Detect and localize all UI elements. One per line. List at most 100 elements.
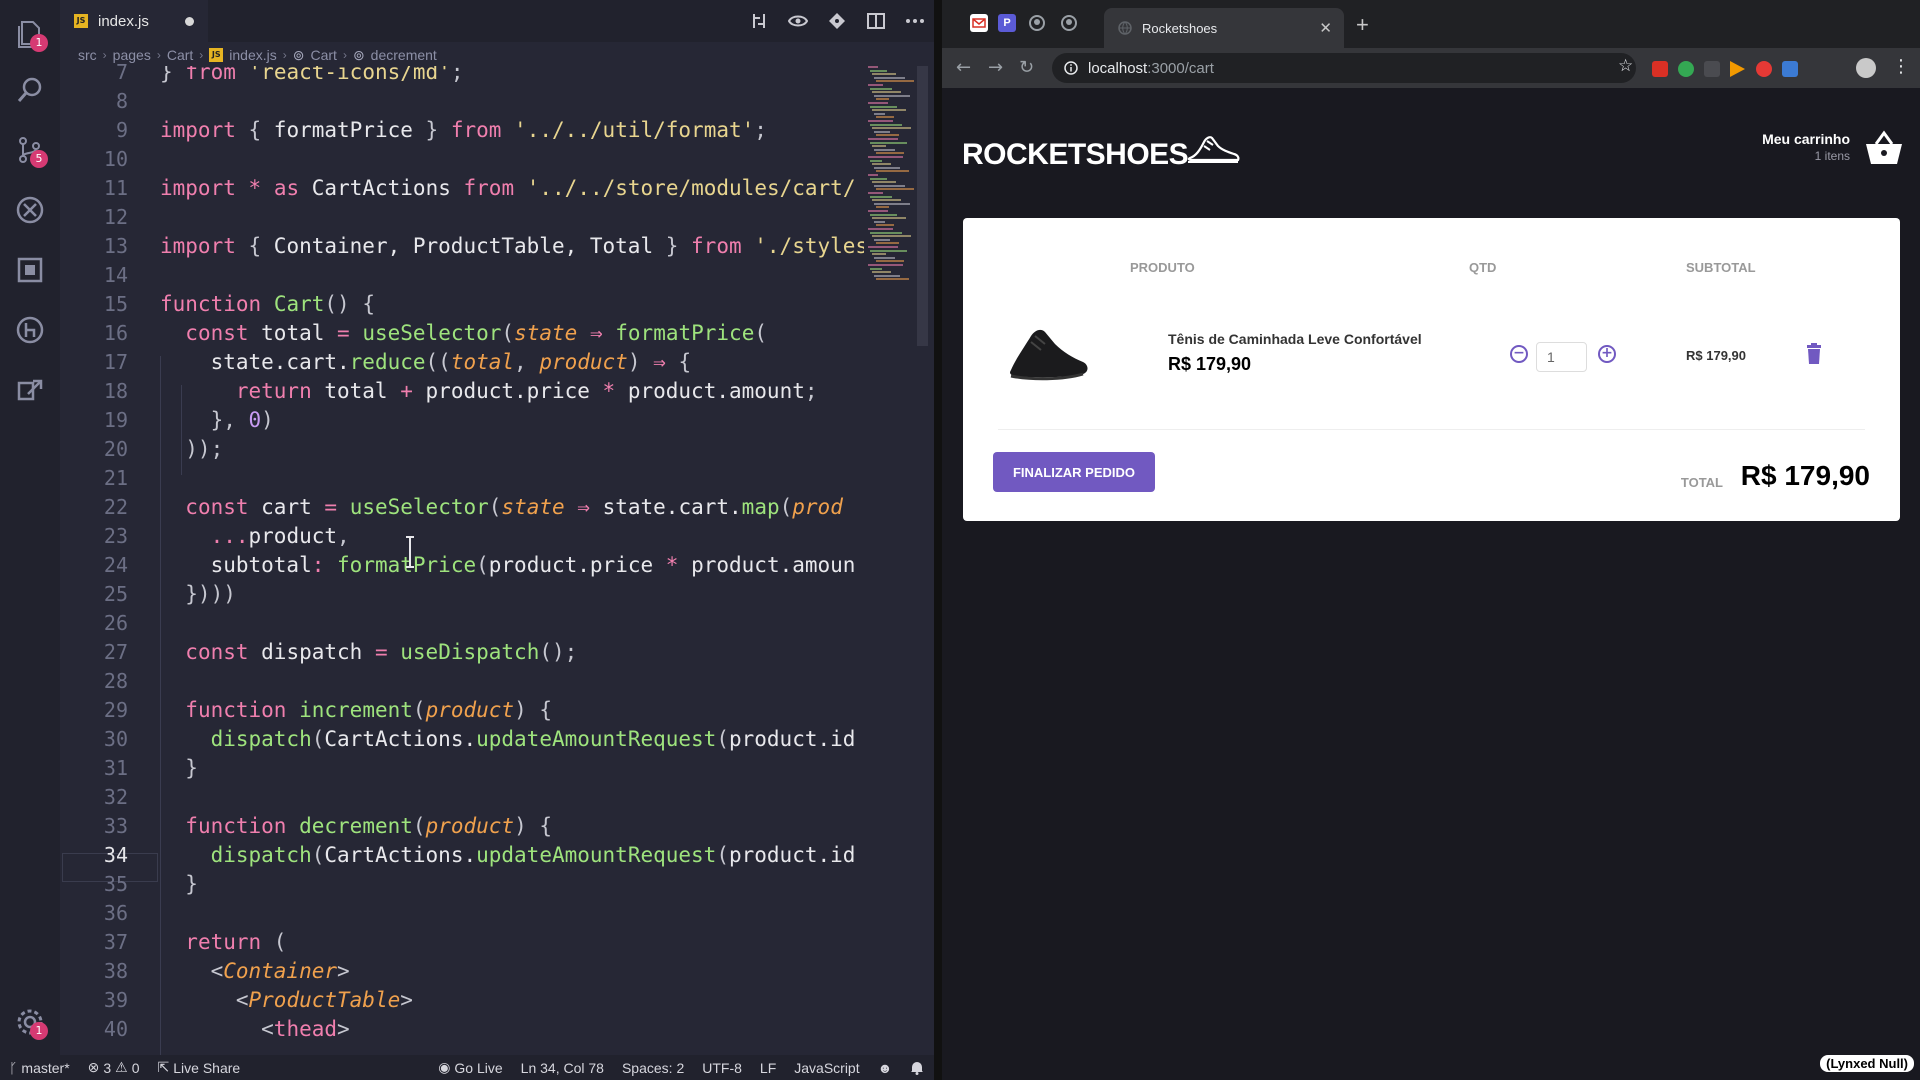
extension-play-icon[interactable]	[1730, 61, 1745, 77]
extension-green-icon[interactable]	[1678, 61, 1694, 77]
code-token: (	[754, 321, 767, 345]
code-token: return	[235, 379, 312, 403]
minimap-line	[872, 145, 886, 148]
language-mode[interactable]: JavaScript	[785, 1060, 868, 1076]
live-share-icon[interactable]	[10, 370, 50, 410]
code-token: ,	[514, 350, 540, 374]
code-line: } from 'react-icons/md';	[160, 66, 463, 87]
code-token: product.price	[488, 553, 666, 577]
github-tab-icon[interactable]	[1028, 14, 1046, 32]
reload-icon[interactable]: ↻	[1019, 57, 1034, 78]
split-editor-icon[interactable]	[856, 0, 895, 42]
cursor-position[interactable]: Ln 34, Col 78	[512, 1060, 613, 1076]
compare-changes-icon[interactable]	[739, 0, 778, 42]
pinned-p-tab-icon[interactable]: P	[998, 14, 1016, 32]
quantity-input[interactable]	[1536, 342, 1587, 372]
code-line: return (	[160, 928, 286, 957]
extension-blue-icon[interactable]	[1782, 61, 1798, 77]
code-token: useSelector	[349, 495, 489, 519]
minimap-line	[876, 260, 904, 263]
breadcrumb-src[interactable]: src	[78, 47, 97, 63]
indentation[interactable]: Spaces: 2	[613, 1060, 693, 1076]
minimap-line	[876, 152, 904, 155]
more-actions-icon[interactable]	[895, 0, 934, 42]
code-line: <thead>	[160, 1015, 350, 1044]
problems-indicator[interactable]: ⊗ 3 ⚠ 0	[79, 1059, 149, 1076]
vertical-scrollbar[interactable]	[917, 66, 928, 346]
feedback-smiley-icon[interactable]: ☻	[869, 1060, 902, 1076]
git-branch[interactable]: ᚴ master*	[0, 1060, 79, 1076]
notifications-bell-icon[interactable]	[901, 1060, 933, 1075]
breadcrumb-cart-folder[interactable]: Cart	[167, 47, 193, 63]
tab-rocketshoes[interactable]: Rocketshoes ✕	[1104, 8, 1344, 48]
breadcrumb-symbol-cart[interactable]: Cart	[310, 47, 336, 63]
store-logo[interactable]: ROCKETSHOES	[962, 138, 1189, 172]
minimap[interactable]	[864, 66, 924, 296]
info-icon[interactable]	[1064, 61, 1078, 75]
unsaved-dot-icon[interactable]	[184, 16, 194, 26]
scm-badge: 5	[30, 150, 48, 168]
code-token: function	[160, 292, 262, 316]
status-bar: ᚴ master* ⊗ 3 ⚠ 0 ⇱ Live Share ◉ Go Live…	[0, 1055, 934, 1080]
error-count: 3	[103, 1059, 112, 1076]
code-token: formatPrice	[273, 118, 413, 142]
code-token: ((	[425, 350, 451, 374]
gmail-tab-icon[interactable]	[970, 14, 988, 32]
extension-gray-icon[interactable]	[1704, 61, 1720, 77]
explorer-icon[interactable]: 1	[10, 14, 50, 54]
code-token: product.amoun	[678, 553, 856, 577]
profile-avatar[interactable]	[1856, 58, 1876, 78]
extension-red-icon[interactable]	[1652, 61, 1668, 77]
line-number: 26	[103, 611, 128, 635]
header-cart[interactable]: Meu carrinho 1 itens	[1762, 131, 1850, 163]
code-token: :	[311, 553, 325, 577]
gitlens-icon[interactable]	[10, 310, 50, 350]
github-tab-icon[interactable]	[1060, 14, 1078, 32]
code-token: =	[337, 321, 350, 345]
shopping-basket-icon[interactable]	[1865, 130, 1903, 166]
debug-icon[interactable]	[10, 190, 50, 230]
search-icon[interactable]	[10, 70, 50, 110]
code-token: state.cart.	[160, 350, 350, 374]
code-line: return total + product.price * product.a…	[160, 377, 818, 406]
code-line: import { Container, ProductTable, Total …	[160, 232, 864, 261]
encoding[interactable]: UTF-8	[693, 1060, 751, 1076]
extension-circle-icon[interactable]	[1756, 61, 1772, 77]
browser-menu-icon[interactable]: ⋮	[1892, 56, 1910, 77]
increment-button[interactable]: +	[1598, 345, 1616, 363]
line-number: 15	[103, 292, 128, 316]
decrement-button[interactable]: −	[1510, 345, 1528, 363]
preview-eye-icon[interactable]	[778, 0, 817, 42]
new-tab-button[interactable]: +	[1356, 12, 1369, 38]
code-token: cart	[248, 495, 325, 519]
extensions-icon[interactable]	[10, 250, 50, 290]
finish-order-button[interactable]: FINALIZAR PEDIDO	[993, 452, 1155, 492]
code-token: increment	[299, 698, 413, 722]
delete-trash-icon[interactable]	[1805, 343, 1823, 365]
code-token: dispatch	[210, 843, 312, 867]
code-token: import	[160, 118, 236, 142]
tab-index-js[interactable]: JS index.js	[60, 0, 208, 42]
end-of-line[interactable]: LF	[751, 1060, 785, 1076]
forward-arrow-icon[interactable]: →	[988, 57, 1003, 78]
breadcrumb-symbol-decrement[interactable]: decrement	[371, 47, 437, 63]
code-token: (	[412, 698, 426, 722]
live-share-status[interactable]: ⇱ Live Share	[149, 1059, 250, 1076]
address-bar[interactable]: localhost:3000/cart	[1052, 53, 1636, 83]
code-token: ...	[210, 524, 249, 548]
go-live-status[interactable]: ◉ Go Live	[429, 1059, 511, 1076]
code-token: Container, ProductTable, Total	[273, 234, 654, 258]
settings-gear-icon[interactable]: 1	[10, 1002, 50, 1042]
back-arrow-icon[interactable]: ←	[956, 57, 971, 78]
breadcrumb-file[interactable]: index.js	[229, 47, 276, 63]
code-area[interactable]: } from 'react-icons/md'; import { formatP…	[160, 66, 864, 1056]
bookmark-star-icon[interactable]: ☆	[1618, 56, 1633, 76]
close-tab-icon[interactable]: ✕	[1319, 19, 1332, 37]
git-commit-icon[interactable]	[817, 0, 856, 42]
source-control-icon[interactable]: 5	[10, 130, 50, 170]
